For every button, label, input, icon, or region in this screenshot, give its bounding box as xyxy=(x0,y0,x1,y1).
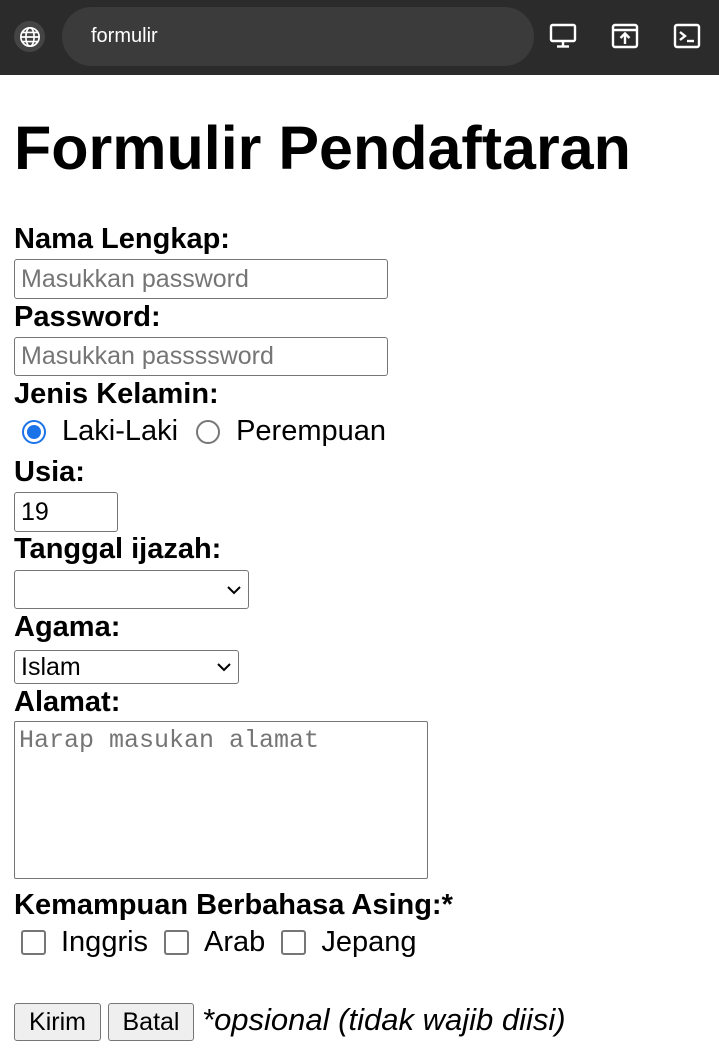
radio-label-perempuan: Perempuan xyxy=(236,415,386,447)
religion-value: Islam xyxy=(21,652,81,681)
radio-laki-laki[interactable] xyxy=(22,419,46,444)
globe-icon[interactable] xyxy=(14,21,45,52)
page-title: Formulir Pendaftaran xyxy=(14,114,631,182)
gender-label: Jenis Kelamin: xyxy=(14,378,219,410)
radio-perempuan[interactable] xyxy=(196,419,221,444)
ijazah-date-label: Tanggal ijazah: xyxy=(14,533,222,565)
religion-select[interactable]: Islam xyxy=(14,650,239,684)
name-label: Nama Lengkap: xyxy=(14,223,230,255)
language-label: Kemampuan Berbahasa Asing:* xyxy=(14,889,453,921)
ijazah-date-select[interactable] xyxy=(14,570,249,609)
religion-label: Agama: xyxy=(14,611,121,643)
desktop-icon[interactable] xyxy=(548,21,578,51)
browser-toolbar: formulir xyxy=(0,0,719,75)
chevron-down-icon xyxy=(227,585,241,594)
checkbox-label-jepang: Jepang xyxy=(321,926,417,958)
url-text: formulir xyxy=(91,25,158,47)
address-bar[interactable]: formulir xyxy=(62,7,534,66)
address-label: Alamat: xyxy=(14,686,121,718)
checkbox-inggris[interactable] xyxy=(21,930,46,955)
checkbox-jepang[interactable] xyxy=(281,930,307,955)
password-label: Password: xyxy=(14,301,161,333)
optional-note: *opsional (tidak wajib diisi) xyxy=(202,1002,566,1037)
chevron-down-icon xyxy=(217,663,231,672)
terminal-icon[interactable] xyxy=(672,21,702,51)
age-input[interactable] xyxy=(14,492,118,532)
gender-options: Laki-Laki Perempuan xyxy=(14,415,386,448)
name-field[interactable] xyxy=(14,259,388,299)
address-textarea[interactable] xyxy=(14,721,428,879)
language-options: Inggris Arab Jepang xyxy=(14,926,416,959)
cancel-button[interactable]: Batal xyxy=(108,1003,194,1041)
checkbox-arab[interactable] xyxy=(164,930,190,955)
radio-label-laki-laki: Laki-Laki xyxy=(62,415,179,447)
password-field[interactable] xyxy=(14,337,388,376)
submit-button[interactable]: Kirim xyxy=(14,1003,101,1041)
checkbox-label-arab: Arab xyxy=(204,926,266,958)
open-in-new-icon[interactable] xyxy=(610,21,640,51)
age-label: Usia: xyxy=(14,456,85,488)
checkbox-label-inggris: Inggris xyxy=(61,926,149,958)
